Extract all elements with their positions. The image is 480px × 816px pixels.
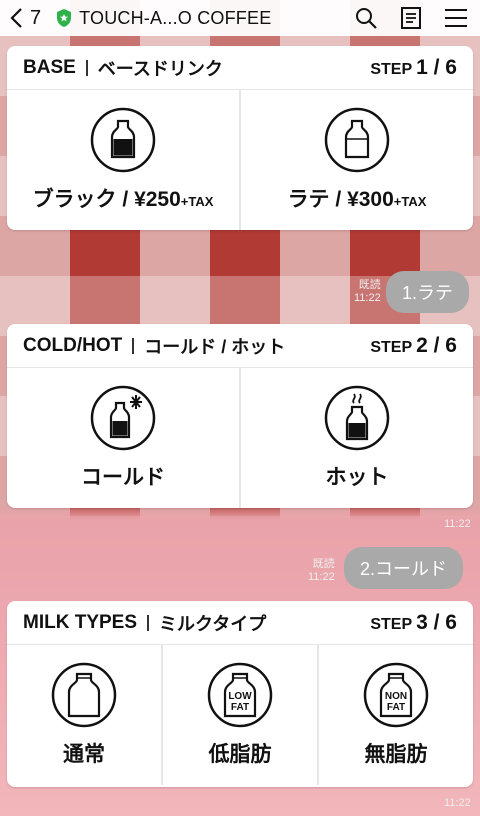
option-label: 無脂肪 bbox=[364, 743, 428, 766]
menu-icon[interactable] bbox=[444, 7, 468, 29]
milk-lowfat-icon: LOW FAT bbox=[207, 662, 273, 728]
tax-suffix: +TAX bbox=[393, 194, 427, 209]
timestamp: 11:22 bbox=[444, 518, 471, 530]
divider bbox=[132, 337, 135, 354]
chat-title: TOUCH-A...O COFFEE bbox=[79, 7, 272, 28]
notes-icon[interactable] bbox=[400, 6, 422, 30]
option-latte[interactable]: ラテ / ¥300+TAX bbox=[239, 90, 473, 230]
option-cold[interactable]: コールド bbox=[7, 368, 239, 508]
divider bbox=[85, 59, 88, 76]
option-non-fat[interactable]: NON FAT 無脂肪 bbox=[317, 645, 473, 785]
timestamp: 11:22 bbox=[444, 797, 471, 809]
back-button[interactable]: 7 bbox=[8, 7, 41, 30]
option-hot[interactable]: ホット bbox=[239, 368, 473, 508]
read-receipt: 既読 11:22 bbox=[354, 279, 381, 304]
card-title-jp: ミルクタイプ bbox=[159, 613, 267, 634]
bottle-latte-icon bbox=[324, 107, 390, 173]
divider bbox=[147, 614, 150, 631]
base-drink-card: BASE ベースドリンク STEP1 / 6 ブラック / ¥250+TAX bbox=[7, 46, 473, 230]
chat-header: 7 TOUCH-A...O COFFEE bbox=[0, 0, 480, 36]
option-black[interactable]: ブラック / ¥250+TAX bbox=[7, 90, 239, 230]
option-label: ホット bbox=[325, 466, 389, 489]
step-indicator: STEP 2 / 6 bbox=[370, 333, 457, 357]
shield-icon bbox=[57, 9, 72, 27]
badge-text-top: NON bbox=[385, 691, 407, 702]
card-title-jp: コールド / ホット bbox=[144, 336, 286, 357]
chat-bubble[interactable]: 1.ラテ bbox=[386, 271, 470, 313]
back-chevron-icon bbox=[10, 8, 22, 28]
card-title-en: MILK TYPES bbox=[23, 611, 138, 633]
badge-text-top: LOW bbox=[228, 691, 252, 702]
milk-nonfat-icon: NON FAT bbox=[363, 662, 429, 728]
bottle-black-icon bbox=[90, 107, 156, 173]
card-header: MILK TYPES ミルクタイプ STEP 3 / 6 bbox=[7, 601, 473, 645]
chat-bubble[interactable]: 2.コールド bbox=[344, 547, 464, 589]
search-icon[interactable] bbox=[354, 6, 378, 30]
card-title-jp: ベースドリンク bbox=[97, 58, 223, 79]
card-header: BASE ベースドリンク STEP 1 / 6 bbox=[7, 46, 473, 90]
milk-types-card: MILK TYPES ミルクタイプ STEP 3 / 6 通常 LOW FAT 低… bbox=[7, 601, 473, 787]
step-indicator: STEP 3 / 6 bbox=[370, 610, 457, 634]
badge-text-bottom: FAT bbox=[387, 702, 405, 713]
bottle-cold-icon bbox=[90, 385, 156, 451]
option-label: ラテ / ¥300 bbox=[287, 188, 394, 211]
option-low-fat[interactable]: LOW FAT 低脂肪 bbox=[161, 645, 317, 785]
option-label: 通常 bbox=[63, 743, 105, 766]
card-header: COLD/HOT コールド / ホット STEP 2 / 6 bbox=[7, 324, 473, 368]
option-label: コールド bbox=[81, 466, 165, 489]
tax-suffix: +TAX bbox=[180, 194, 214, 209]
bottle-hot-icon bbox=[324, 385, 390, 451]
option-regular-milk[interactable]: 通常 bbox=[7, 645, 161, 785]
option-label: ブラック / ¥250 bbox=[32, 188, 181, 211]
option-label: 低脂肪 bbox=[208, 743, 272, 766]
card-title-en: COLD/HOT bbox=[23, 334, 123, 356]
badge-text-bottom: FAT bbox=[231, 702, 249, 713]
unread-count: 7 bbox=[30, 6, 42, 29]
read-receipt: 既読 11:22 bbox=[308, 558, 335, 583]
milk-bottle-icon bbox=[51, 662, 117, 728]
cold-hot-card: COLD/HOT コールド / ホット STEP 2 / 6 コールド ホット bbox=[7, 324, 473, 508]
card-title-en: BASE bbox=[23, 56, 76, 78]
step-indicator: STEP 1 / 6 bbox=[370, 55, 457, 79]
